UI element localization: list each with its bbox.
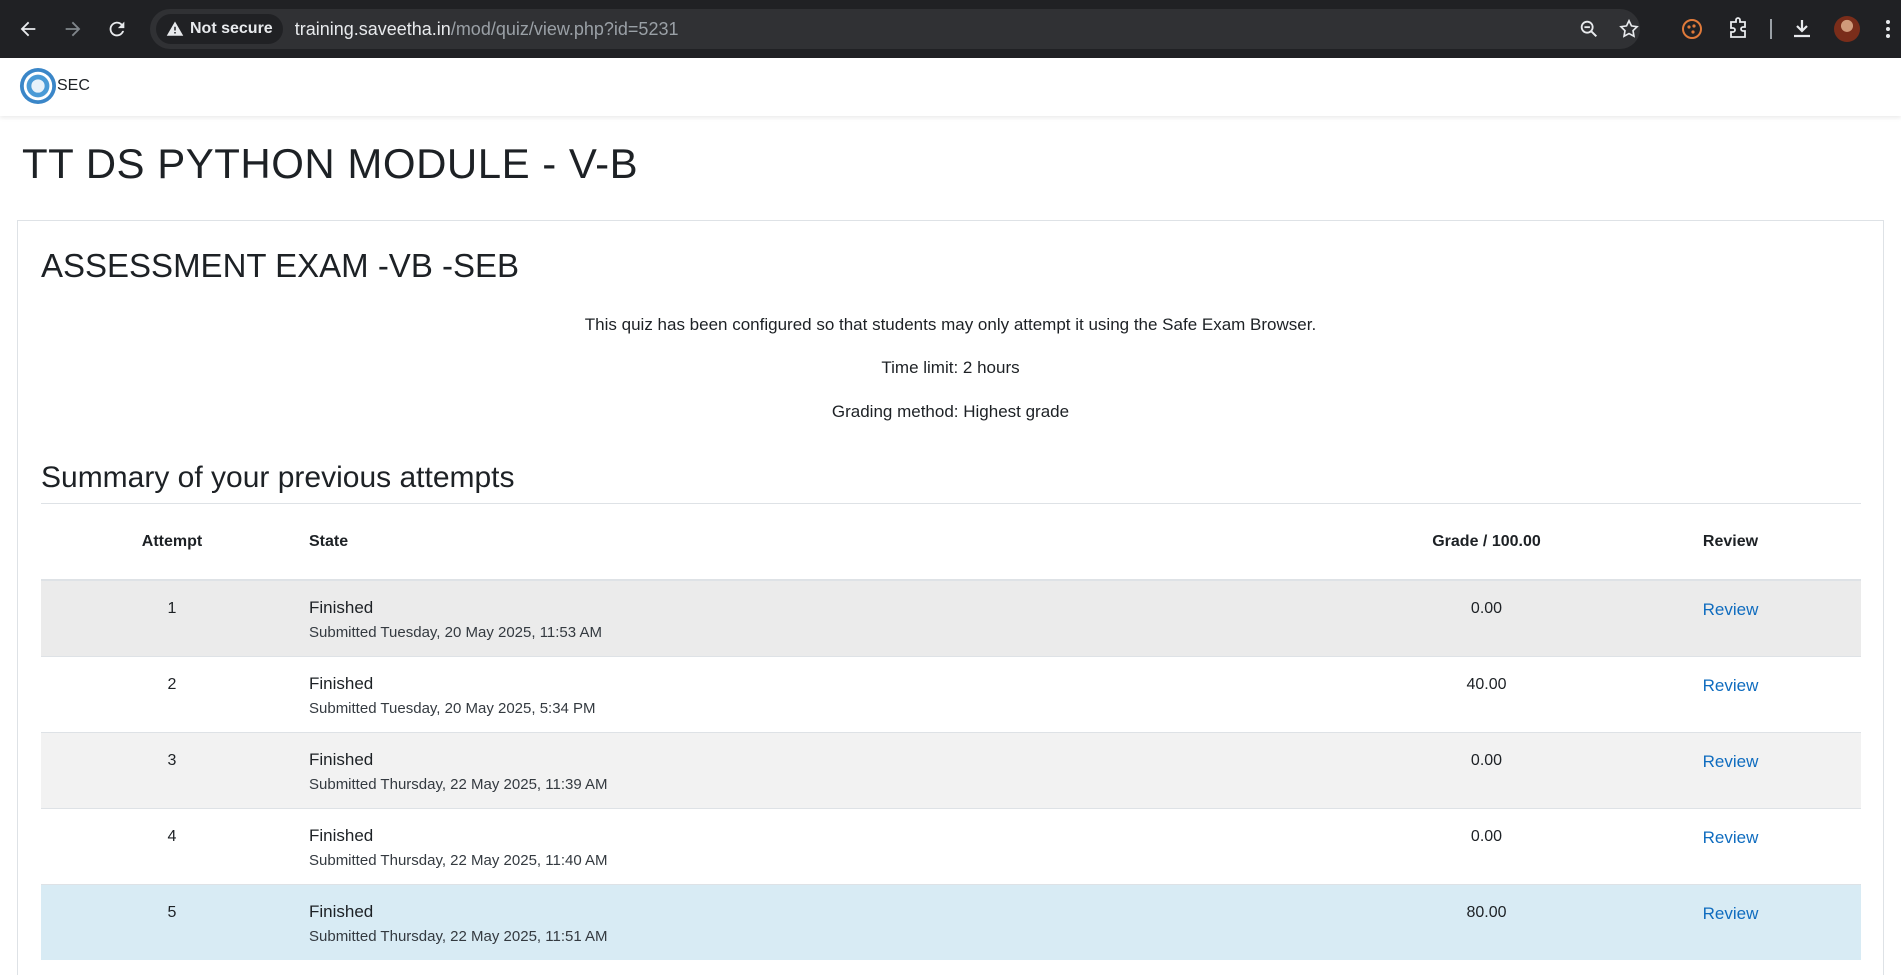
state-label: Finished [309,598,374,617]
submitted-time: Submitted Thursday, 22 May 2025, 11:39 A… [309,775,608,793]
review-link[interactable]: Review [1703,600,1759,619]
attempt-number: 2 [41,655,303,732]
review-cell: Review [1600,807,1861,884]
site-brand[interactable]: SEC [57,77,90,95]
security-label: Not secure [190,20,273,37]
seb-info: This quiz has been configured so that st… [584,315,1317,334]
table-row: 3 Finished Submitted Thursday, 22 May 20… [41,731,1861,808]
site-navbar: SEC [0,58,1901,116]
star-icon[interactable] [1618,18,1640,40]
review-link[interactable]: Review [1703,904,1759,923]
menu-dots-icon[interactable] [1876,17,1900,41]
attempt-grade: 0.00 [1373,579,1600,656]
submitted-time: Submitted Thursday, 22 May 2025, 11:51 A… [309,927,608,945]
forward-icon [65,21,81,37]
attempt-number: 4 [41,807,303,884]
url-path: /mod/quiz/view.php?id=5231 [450,18,679,39]
cookie-extension-icon[interactable] [1680,17,1704,41]
url-text[interactable]: training.saveetha.in/mod/quiz/view.php?i… [295,19,679,40]
attempt-number: 5 [41,883,303,960]
quiz-card: ASSESSMENT EXAM -VB -SEB This quiz has b… [17,220,1884,975]
attempt-grade: 0.00 [1373,807,1600,884]
table-row: 2 Finished Submitted Tuesday, 20 May 202… [41,655,1861,732]
review-cell: Review [1600,579,1861,656]
college-logo-icon[interactable] [19,67,57,105]
forward-button[interactable] [59,15,87,43]
review-link[interactable]: Review [1703,676,1759,695]
review-link[interactable]: Review [1703,752,1759,771]
time-limit-info: Time limit: 2 hours [881,358,1020,377]
zoom-icon[interactable] [1578,18,1600,40]
quiz-title: ASSESSMENT EXAM -VB -SEB [41,247,520,284]
review-cell: Review [1600,883,1861,960]
table-row: 1 Finished Submitted Tuesday, 20 May 202… [41,579,1861,656]
reload-icon [109,21,125,37]
extension-puzzle-icon[interactable] [1726,17,1750,41]
review-link[interactable]: Review [1703,828,1759,847]
review-cell: Review [1600,655,1861,732]
review-cell: Review [1600,731,1861,808]
browser-toolbar: Not secure training.saveetha.in/mod/quiz… [0,0,1901,58]
attempt-state: Finished Submitted Tuesday, 20 May 2025,… [303,579,1373,656]
attempt-state: Finished Submitted Thursday, 22 May 2025… [303,731,1373,808]
attempt-number: 1 [41,579,303,656]
reload-button[interactable] [103,15,131,43]
attempt-state: Finished Submitted Tuesday, 20 May 2025,… [303,655,1373,732]
attempt-number: 3 [41,731,303,808]
submitted-time: Submitted Thursday, 22 May 2025, 11:40 A… [309,851,608,869]
submitted-time: Submitted Tuesday, 20 May 2025, 11:53 AM [309,624,602,641]
header-review: Review [1600,504,1861,581]
state-label: Finished [309,673,374,693]
table-header-row: Attempt State Grade / 100.00 Review [41,504,1861,581]
security-chip[interactable]: Not secure [156,14,283,44]
summary-heading: Summary of your previous attempts [41,461,515,494]
table-row: 4 Finished Submitted Thursday, 22 May 20… [41,807,1861,884]
header-state: State [303,504,1373,581]
grading-method-info: Grading method: Highest grade [831,402,1070,421]
state-label: Finished [309,749,374,769]
attempt-grade: 80.00 [1373,883,1600,960]
submitted-time: Submitted Tuesday, 20 May 2025, 5:34 PM [309,699,596,717]
back-icon [20,21,36,37]
url-host: training.saveetha.in [294,18,451,39]
warning-icon [166,21,184,36]
header-attempt: Attempt [41,504,303,581]
state-label: Finished [309,825,374,845]
state-label: Finished [309,901,374,921]
attempt-state: Finished Submitted Thursday, 22 May 2025… [303,883,1373,960]
profile-avatar[interactable] [1834,16,1860,42]
attempt-grade: 0.00 [1373,731,1600,808]
toolbar-divider [1770,19,1772,39]
back-button[interactable] [14,15,42,43]
attempts-table: Attempt State Grade / 100.00 Review 1 Fi… [41,504,1861,960]
header-grade: Grade / 100.00 [1373,504,1600,581]
attempt-grade: 40.00 [1373,655,1600,732]
page-title: TT DS PYTHON MODULE - V-B [22,140,639,187]
download-icon[interactable] [1790,17,1814,41]
attempt-state: Finished Submitted Thursday, 22 May 2025… [303,807,1373,884]
table-row-best-attempt: 5 Finished Submitted Thursday, 22 May 20… [41,883,1861,960]
address-bar[interactable]: Not secure training.saveetha.in/mod/quiz… [150,9,1640,49]
